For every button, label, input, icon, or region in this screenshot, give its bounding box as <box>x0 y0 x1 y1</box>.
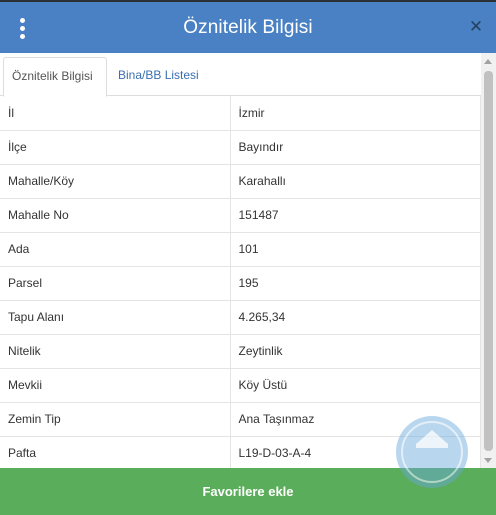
panel-header: Öznitelik Bilgisi ✕ <box>0 2 496 53</box>
row-key: Nitelik <box>0 334 231 369</box>
row-value: Karahallı <box>230 164 481 199</box>
row-value: Bayındır <box>230 130 481 165</box>
row-value: 151487 <box>230 198 481 233</box>
add-to-favorites-label: Favorilere ekle <box>202 484 294 499</box>
table-row: Ada 101 <box>0 232 481 267</box>
row-key: İl <box>0 96 231 131</box>
row-value: 195 <box>230 266 481 301</box>
row-key: Parsel <box>0 266 231 301</box>
row-key: Pafta <box>0 436 231 468</box>
row-value: 4.265,34 <box>230 300 481 335</box>
scroll-up-arrow-icon[interactable] <box>484 59 492 64</box>
kebab-menu-icon[interactable] <box>12 16 32 40</box>
table-row: İlçe Bayındır <box>0 130 481 165</box>
row-value: 101 <box>230 232 481 267</box>
table-row: Tapu Alanı 4.265,34 <box>0 300 481 335</box>
close-icon[interactable]: ✕ <box>466 15 486 39</box>
row-value: Zeytinlik <box>230 334 481 369</box>
table-row: Mahalle No 151487 <box>0 198 481 233</box>
tab-building-list[interactable]: Bina/BB Listesi <box>110 57 207 96</box>
row-value: Köy Üstü <box>230 368 481 403</box>
table-row: İl İzmir <box>0 96 481 131</box>
table-row: Mevkii Köy Üstü <box>0 368 481 403</box>
panel-title: Öznitelik Bilgisi <box>183 16 313 38</box>
row-key: Mahalle No <box>0 198 231 233</box>
row-key: Zemin Tip <box>0 402 231 437</box>
table-row: Parsel 195 <box>0 266 481 301</box>
scrollbar-thumb[interactable] <box>484 71 493 451</box>
row-key: İlçe <box>0 130 231 165</box>
row-key: Mahalle/Köy <box>0 164 231 199</box>
row-key: Ada <box>0 232 231 267</box>
table-row: Nitelik Zeytinlik <box>0 334 481 369</box>
scroll-down-arrow-icon[interactable] <box>484 458 492 463</box>
row-key: Tapu Alanı <box>0 300 231 335</box>
row-key: Mevkii <box>0 368 231 403</box>
table-row: Mahalle/Köy Karahallı <box>0 164 481 199</box>
tab-attribute-info[interactable]: Öznitelik Bilgisi <box>3 57 107 97</box>
tab-bar: Öznitelik Bilgisi Bina/BB Listesi <box>0 53 496 97</box>
attribute-table-container: İl İzmir İlçe Bayındır Mahalle/Köy Karahall… <box>0 96 481 468</box>
watermark-logo <box>396 416 468 488</box>
vertical-scrollbar[interactable] <box>481 53 496 468</box>
attribute-table: İl İzmir İlçe Bayındır Mahalle/Köy Karahall… <box>0 96 481 468</box>
row-value: İzmir <box>230 96 481 131</box>
